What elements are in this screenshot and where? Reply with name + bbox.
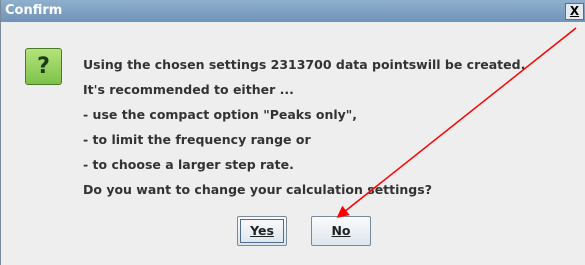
confirm-dialog: Confirm X ? Using the chosen settings 23… [0,0,585,265]
red-arrow-annotation [336,27,577,218]
arrow-line [336,27,577,218]
